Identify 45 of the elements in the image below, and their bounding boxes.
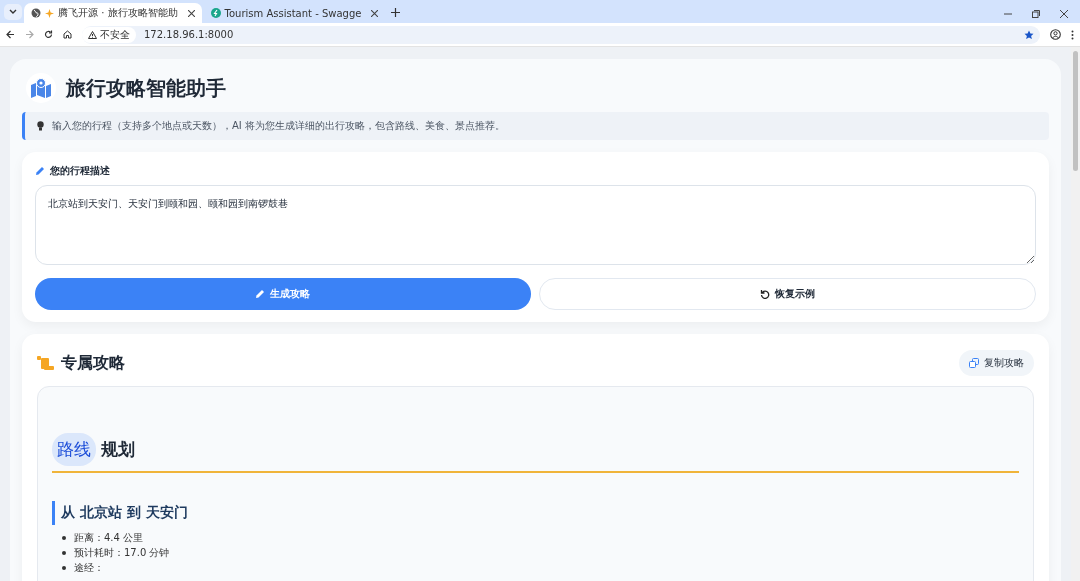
route-detail: 预计耗时：17.0 分钟 — [74, 546, 170, 560]
menu-icon[interactable] — [1071, 29, 1074, 40]
bullet-dot — [62, 565, 66, 570]
warning-icon — [88, 30, 97, 39]
bullet-dot — [62, 550, 66, 555]
lightbulb-icon — [37, 121, 44, 131]
page-title: 旅行攻略智能助手 — [66, 74, 226, 102]
generate-button[interactable]: 生成攻略 — [35, 278, 531, 310]
home-icon[interactable] — [63, 30, 72, 39]
close-icon[interactable] — [187, 9, 195, 17]
info-text: 输入您的行程（支持多个地点或天数），AI 将为您生成详细的出行攻略，包含路线、美食、景点推荐。 — [52, 119, 505, 133]
browser-tab[interactable]: Tourism Assistant - Swagge — [203, 3, 386, 23]
map-pin-icon — [30, 78, 52, 98]
security-chip[interactable]: 不安全 — [82, 26, 136, 43]
copy-button[interactable]: 复制攻略 — [959, 350, 1034, 376]
reset-button[interactable]: 恢复示例 — [538, 278, 1036, 310]
field-label: 您的行程描述 — [50, 164, 110, 178]
route-heading: 从 北京站 到 天安门 — [52, 501, 1019, 525]
back-icon[interactable] — [6, 30, 15, 39]
undo-icon — [759, 289, 770, 299]
globe-icon — [31, 8, 41, 18]
pencil-icon — [255, 289, 266, 299]
pencil-icon — [35, 166, 45, 176]
address-field[interactable]: 172.18.96.1:8000 — [144, 29, 1016, 40]
scrollbar-thumb[interactable] — [1073, 51, 1078, 171]
copy-icon — [969, 358, 979, 368]
profile-icon[interactable] — [1050, 29, 1061, 40]
tab-list-button[interactable] — [4, 4, 22, 20]
bullet-dot — [62, 535, 66, 540]
trip-input-field[interactable]: 北京站到天安门、天安门到颐和园、颐和园到南锣鼓巷 — [35, 185, 1036, 265]
heading-text: 规划 — [101, 438, 135, 461]
heading-highlight: 路线 — [52, 433, 96, 466]
reload-icon[interactable] — [44, 30, 53, 39]
restore-icon[interactable] — [1032, 10, 1040, 18]
close-icon[interactable] — [371, 9, 379, 17]
site-logo-icon — [210, 8, 221, 18]
close-icon[interactable] — [1060, 10, 1068, 18]
star-icon[interactable] — [1024, 29, 1034, 40]
sparkle-icon — [45, 8, 54, 18]
route-detail: 途经： — [74, 561, 104, 575]
chevron-down-icon — [9, 9, 17, 15]
section-title: 专属攻略 — [61, 352, 125, 374]
plus-icon — [391, 8, 401, 17]
route-detail: 距离：4.4 公里 — [74, 531, 144, 545]
browser-tab[interactable]: 腾飞开源 · 旅行攻略智能助 — [24, 3, 202, 23]
